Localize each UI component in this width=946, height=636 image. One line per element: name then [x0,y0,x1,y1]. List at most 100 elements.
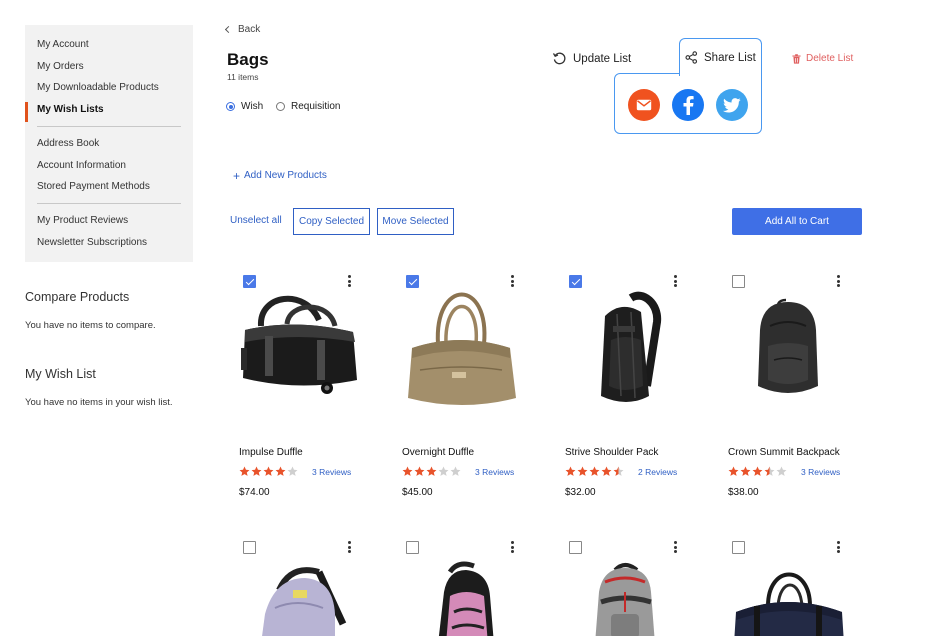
delete-list-button[interactable]: Delete List [792,53,853,64]
sidebar-item-my-orders[interactable]: My Orders [37,61,84,72]
star-icon [251,466,262,476]
star-icon [287,466,298,476]
star-icon [589,466,600,476]
share-email-button[interactable] [628,89,660,121]
more-options-icon[interactable] [834,541,842,555]
facebook-icon [683,96,694,115]
radio-wish[interactable]: Wish [226,101,263,112]
compare-products-title: Compare Products [25,290,130,304]
share-list-label: Share List [704,51,756,64]
star-icon [613,466,624,476]
share-list-button[interactable]: Share List [685,51,756,64]
star-icon [565,466,576,476]
reviews-link[interactable]: 2 Reviews [638,467,677,477]
copy-selected-button[interactable]: Copy Selected [293,208,370,235]
sidebar-item-stored-payment-methods[interactable]: Stored Payment Methods [37,181,150,192]
star-icon [577,466,588,476]
reviews-link[interactable]: 3 Reviews [801,467,840,477]
product-checkbox[interactable] [732,541,745,554]
move-selected-button[interactable]: Move Selected [377,208,454,235]
product-card [229,536,369,636]
more-options-icon[interactable] [834,275,842,289]
product-image [595,563,655,636]
star-icon [740,466,751,476]
reviews-link[interactable]: 3 Reviews [475,467,514,477]
star-icon [728,466,739,476]
product-rating: 3 Reviews [239,466,351,477]
refresh-icon [552,52,566,65]
wishlist-block-title: My Wish List [25,367,96,381]
product-name[interactable]: Impulse Duffle [239,447,303,458]
star-icon [601,466,612,476]
sidebar-item-product-reviews[interactable]: My Product Reviews [37,215,128,226]
share-facebook-button[interactable] [672,89,704,121]
unselect-all-button[interactable]: Unselect all [230,215,282,226]
star-icon [764,466,775,476]
star-icon [275,466,286,476]
sidebar-item-my-account[interactable]: My Account [37,39,89,50]
sidebar-divider [37,126,181,127]
product-rating: 3 Reviews [728,466,840,477]
star-icon [426,466,437,476]
twitter-icon [723,97,741,112]
update-list-button[interactable]: Update List [552,51,631,66]
star-icon [239,466,250,476]
product-checkbox[interactable] [732,275,745,288]
sidebar-item-address-book[interactable]: Address Book [37,138,99,149]
product-price: $45.00 [402,487,433,498]
product-price: $32.00 [565,487,596,498]
back-link[interactable]: Back [224,24,261,35]
item-count: 11 items [227,72,259,82]
add-new-products-label: Add New Products [244,170,327,181]
product-price: $74.00 [239,487,270,498]
product-name[interactable]: Crown Summit Backpack [728,447,840,458]
product-rating: 2 Reviews [565,466,677,477]
add-all-to-cart-button[interactable]: Add All to Cart [732,208,862,235]
delete-list-label: Delete List [806,53,854,64]
sidebar-item-my-wish-lists[interactable]: My Wish Lists [37,104,104,115]
radio-requisition[interactable]: Requisition [276,101,340,112]
radio-requisition-label: Requisition [291,101,341,112]
radio-selected-icon [226,102,235,111]
star-icon [414,466,425,476]
star-icon [450,466,461,476]
product-price: $38.00 [728,487,759,498]
compare-products-empty: You have no items to compare. [25,320,156,331]
star-icon [438,466,449,476]
radio-wish-label: Wish [241,101,264,112]
back-label: Back [238,24,261,35]
sidebar-active-marker [25,102,28,122]
product-card [555,536,695,636]
product-checkbox[interactable] [243,541,256,554]
product-image [758,298,818,393]
more-options-icon[interactable] [345,275,353,289]
sidebar-divider [37,203,181,204]
product-image [438,561,494,636]
product-name[interactable]: Overnight Duffle [402,447,474,458]
product-checkbox[interactable] [243,275,256,288]
sidebar-item-newsletter[interactable]: Newsletter Subscriptions [37,237,147,248]
product-image [734,572,844,636]
share-icon [685,51,698,64]
product-name[interactable]: Strive Shoulder Pack [565,447,658,458]
sidebar-item-downloadable-products[interactable]: My Downloadable Products [37,82,159,93]
reviews-link[interactable]: 3 Reviews [312,467,351,477]
sidebar-item-account-information[interactable]: Account Information [37,160,126,171]
product-image [601,291,662,402]
page-title: Bags [227,50,269,69]
share-twitter-button[interactable] [716,89,748,121]
trash-icon [792,53,801,64]
more-options-icon[interactable] [345,541,353,555]
add-new-products-button[interactable]: + Add New Products [233,168,327,183]
product-card [718,536,858,636]
plus-icon: + [233,168,241,183]
mail-icon [636,99,652,111]
star-icon [402,466,413,476]
product-card [392,536,532,636]
account-nav: My Account My Orders My Downloadable Pro… [25,25,193,262]
star-icon [776,466,787,476]
chevron-left-icon [224,25,233,34]
product-image [241,295,357,394]
star-icon [263,466,274,476]
update-list-label: Update List [573,52,632,65]
